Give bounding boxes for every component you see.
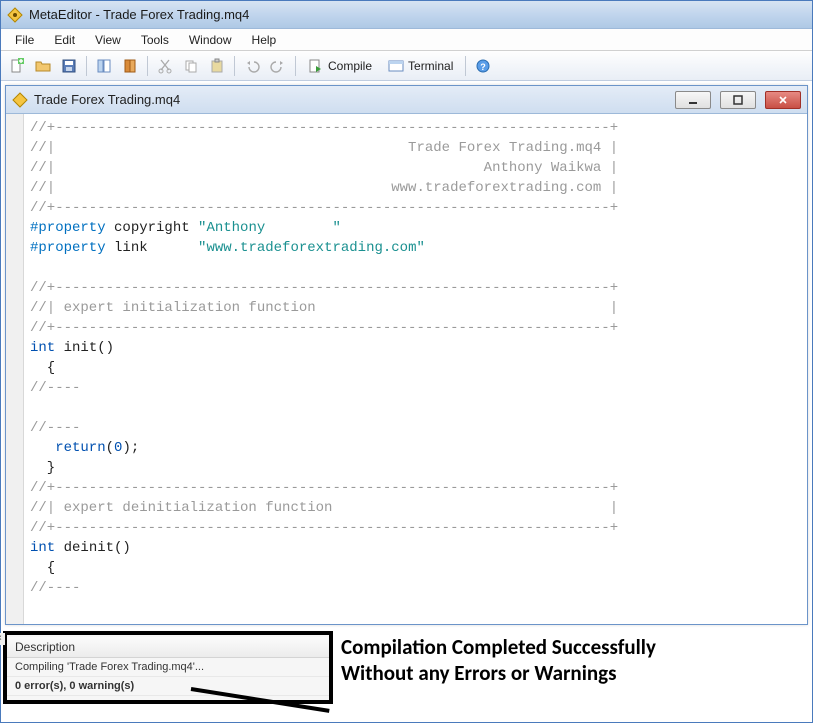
help-button[interactable]: ? bbox=[471, 54, 495, 78]
toolbar-separator bbox=[234, 56, 235, 76]
navigator-button[interactable] bbox=[92, 54, 116, 78]
title-bar[interactable]: MetaEditor - Trade Forex Trading.mq4 bbox=[1, 1, 812, 29]
code-content[interactable]: //+-------------------------------------… bbox=[24, 114, 807, 624]
save-button[interactable] bbox=[57, 54, 81, 78]
terminal-button[interactable]: Terminal bbox=[381, 54, 460, 78]
menu-bar: File Edit View Tools Window Help bbox=[1, 29, 812, 51]
undo-button[interactable] bbox=[240, 54, 264, 78]
toolbar-separator bbox=[147, 56, 148, 76]
paste-button[interactable] bbox=[205, 54, 229, 78]
compile-button[interactable]: Compile bbox=[301, 54, 379, 78]
document-title-bar[interactable]: Trade Forex Trading.mq4 bbox=[6, 86, 807, 114]
document-window: Trade Forex Trading.mq4 //+-------------… bbox=[5, 85, 808, 625]
close-button[interactable] bbox=[765, 91, 801, 109]
app-icon bbox=[7, 7, 23, 23]
menu-help[interactable]: Help bbox=[244, 31, 285, 49]
document-title: Trade Forex Trading.mq4 bbox=[34, 92, 666, 107]
menu-tools[interactable]: Tools bbox=[133, 31, 177, 49]
minimize-button[interactable] bbox=[675, 91, 711, 109]
menu-edit[interactable]: Edit bbox=[46, 31, 83, 49]
toolbar-separator bbox=[295, 56, 296, 76]
toolbar-separator bbox=[86, 56, 87, 76]
output-row-summary[interactable]: 0 error(s), 0 warning(s) bbox=[7, 677, 329, 696]
annotation-text: Compilation Completed Successfully Witho… bbox=[341, 634, 656, 686]
mdi-area: Trade Forex Trading.mq4 //+-------------… bbox=[1, 81, 812, 631]
cut-button[interactable] bbox=[153, 54, 177, 78]
redo-button[interactable] bbox=[266, 54, 290, 78]
book-button[interactable] bbox=[118, 54, 142, 78]
toolbar: Compile Terminal ? bbox=[1, 51, 812, 81]
toolbar-separator bbox=[465, 56, 466, 76]
output-row[interactable]: Compiling 'Trade Forex Trading.mq4'... bbox=[7, 658, 329, 677]
file-icon bbox=[12, 92, 28, 108]
menu-window[interactable]: Window bbox=[181, 31, 240, 49]
menu-file[interactable]: File bbox=[7, 31, 42, 49]
terminal-label: Terminal bbox=[408, 59, 453, 73]
new-file-button[interactable] bbox=[5, 54, 29, 78]
app-window: MetaEditor - Trade Forex Trading.mq4 Fil… bbox=[0, 0, 813, 723]
svg-text:?: ? bbox=[481, 62, 487, 72]
panel-close-icon[interactable]: × bbox=[0, 633, 5, 645]
annotation-line2: Without any Errors or Warnings bbox=[341, 660, 656, 686]
code-editor[interactable]: //+-------------------------------------… bbox=[6, 114, 807, 624]
open-file-button[interactable] bbox=[31, 54, 55, 78]
app-title: MetaEditor - Trade Forex Trading.mq4 bbox=[29, 7, 249, 22]
menu-view[interactable]: View bbox=[87, 31, 129, 49]
copy-button[interactable] bbox=[179, 54, 203, 78]
output-panel: × Description Compiling 'Trade Forex Tra… bbox=[3, 631, 333, 704]
output-header[interactable]: Description bbox=[7, 637, 329, 658]
maximize-button[interactable] bbox=[720, 91, 756, 109]
annotation-line1: Compilation Completed Successfully bbox=[341, 634, 656, 660]
compile-label: Compile bbox=[328, 59, 372, 73]
editor-gutter bbox=[6, 114, 24, 624]
